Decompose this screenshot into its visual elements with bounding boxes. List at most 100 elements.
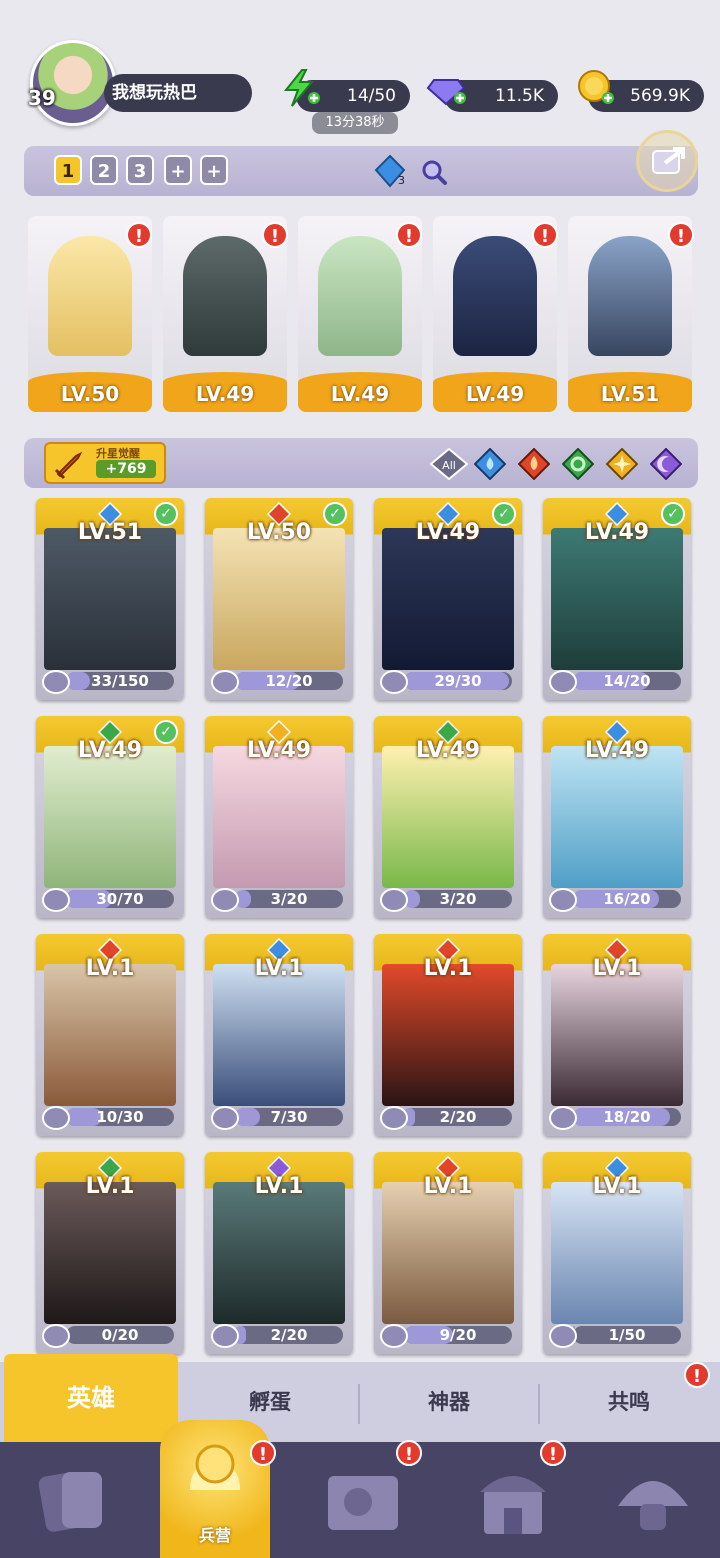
shard-icon (42, 888, 70, 912)
hero-shard-progress: 2/20 (404, 1108, 512, 1126)
gem-add-icon[interactable] (426, 68, 466, 108)
progress-text: 33/150 (91, 672, 149, 690)
team-tab-add-1[interactable]: + (164, 155, 192, 185)
hero-card[interactable]: LV.1 10/30 (36, 934, 184, 1136)
shard-icon (549, 1324, 577, 1348)
hero-shard-progress: 3/20 (235, 890, 343, 908)
hero-shard-progress: 33/150 (66, 672, 174, 690)
mushroom-icon[interactable] (608, 1456, 698, 1546)
share-icon (652, 147, 685, 174)
gold-add-icon[interactable] (574, 68, 614, 108)
hero-card[interactable]: LV.49 3/20 (374, 716, 522, 918)
progress-text: 10/30 (96, 1108, 144, 1126)
filter-dark-icon[interactable] (650, 448, 682, 480)
player-level: 39 (28, 86, 56, 110)
energy-value: 14/50 (347, 86, 396, 106)
hero-level: LV.49 (415, 738, 481, 763)
shard-icon (211, 670, 239, 694)
team-hero-level: LV.49 (163, 372, 287, 412)
shard-icon (549, 888, 577, 912)
shard-icon (549, 670, 577, 694)
filter-water-icon[interactable] (474, 448, 506, 480)
hero-card[interactable]: LV.1 18/20 (543, 934, 691, 1136)
progress-text: 16/20 (603, 890, 651, 908)
progress-text: 3/20 (439, 890, 477, 908)
filter-fire-icon[interactable] (518, 448, 550, 480)
progress-text: 12/20 (265, 672, 313, 690)
team-tab-add-2[interactable]: + (200, 155, 228, 185)
alert-icon: ! (532, 222, 558, 248)
nav-barracks-label: 兵营 (198, 1526, 231, 1545)
shard-icon (380, 670, 408, 694)
energy-timer: 13分38秒 (312, 112, 398, 134)
water-gem-icon[interactable]: 3 (372, 154, 408, 188)
alert-icon: ! (668, 222, 694, 248)
hero-card[interactable]: ✓ LV.49 29/30 (374, 498, 522, 700)
team-hero-level: LV.51 (568, 372, 692, 412)
hero-level: LV.49 (584, 520, 650, 545)
hero-card[interactable]: LV.1 2/20 (205, 1152, 353, 1354)
hero-card[interactable]: LV.1 2/20 (374, 934, 522, 1136)
search-icon[interactable] (420, 158, 448, 186)
tab-artifact[interactable]: 神器 (360, 1370, 538, 1434)
filter-all[interactable]: All (429, 447, 469, 481)
alert-icon: ! (262, 222, 288, 248)
hero-level: LV.49 (246, 738, 312, 763)
hero-shard-progress: 10/30 (66, 1108, 174, 1126)
hero-shard-progress: 18/20 (573, 1108, 681, 1126)
filter-light-icon[interactable] (606, 448, 638, 480)
hero-card[interactable]: LV.1 1/50 (543, 1152, 691, 1354)
hero-shard-progress: 29/30 (404, 672, 512, 690)
energy-add-icon[interactable] (280, 68, 320, 108)
shard-icon (380, 1106, 408, 1130)
hero-card[interactable]: ✓ LV.50 12/20 (205, 498, 353, 700)
hero-portrait (382, 528, 514, 670)
hero-card[interactable]: LV.1 0/20 (36, 1152, 184, 1354)
hero-portrait (213, 528, 345, 670)
team-hero-level: LV.49 (298, 372, 422, 412)
team-tab-3[interactable]: 3 (126, 155, 154, 185)
building-icon[interactable] (468, 1456, 558, 1546)
filter-wind-icon[interactable] (562, 448, 594, 480)
hero-level: LV.1 (592, 1174, 642, 1199)
hero-card[interactable]: LV.1 7/30 (205, 934, 353, 1136)
alert-icon: ! (126, 222, 152, 248)
hero-shard-progress: 7/30 (235, 1108, 343, 1126)
hero-card[interactable]: LV.49 3/20 (205, 716, 353, 918)
hero-shard-progress: 16/20 (573, 890, 681, 908)
hero-portrait (44, 746, 176, 888)
hero-portrait (551, 964, 683, 1106)
hero-level: LV.49 (584, 738, 650, 763)
hero-shard-progress: 9/20 (404, 1326, 512, 1344)
shard-icon (42, 1106, 70, 1130)
shard-icon (380, 1324, 408, 1348)
tab-heroes[interactable]: 英雄 (4, 1354, 178, 1442)
progress-text: 29/30 (434, 672, 482, 690)
alert-icon: ! (396, 1440, 422, 1466)
shard-icon (211, 1106, 239, 1130)
barracks-icon (190, 1444, 240, 1490)
gold-value: 569.9K (630, 86, 690, 106)
team-tab-1[interactable]: 1 (54, 155, 82, 185)
hero-card[interactable]: ✓ LV.51 33/150 (36, 498, 184, 700)
hero-card[interactable]: LV.1 9/20 (374, 1152, 522, 1354)
hero-level: LV.1 (85, 1174, 135, 1199)
hero-card[interactable]: ✓ LV.49 30/70 (36, 716, 184, 918)
share-button[interactable] (636, 130, 698, 192)
hero-card[interactable]: LV.49 16/20 (543, 716, 691, 918)
shard-icon (380, 888, 408, 912)
hero-shard-progress: 14/20 (573, 672, 681, 690)
progress-text: 18/20 (603, 1108, 651, 1126)
hero-card[interactable]: ✓ LV.49 14/20 (543, 498, 691, 700)
hero-portrait (382, 746, 514, 888)
player-avatar[interactable] (30, 40, 116, 126)
hero-shard-progress: 3/20 (404, 890, 512, 908)
hero-level: LV.49 (77, 738, 143, 763)
hero-level: LV.51 (77, 520, 143, 545)
map-book-icon[interactable] (318, 1456, 408, 1546)
team-tab-2[interactable]: 2 (90, 155, 118, 185)
cards-icon[interactable] (28, 1456, 118, 1546)
hero-level: LV.1 (254, 1174, 304, 1199)
hero-level: LV.49 (415, 520, 481, 545)
filter-all-icon: All (429, 447, 469, 481)
